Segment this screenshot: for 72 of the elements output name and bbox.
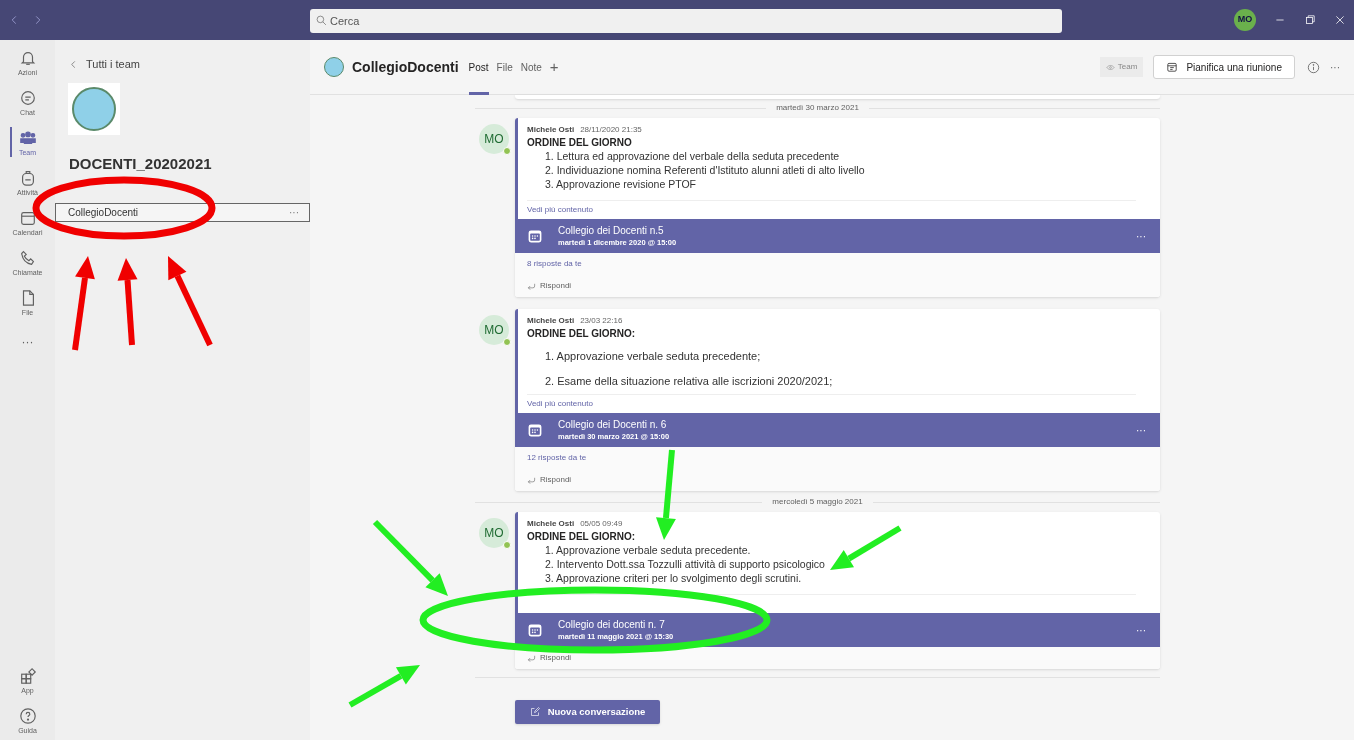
agenda-item: 2. Esame della situazione relativa alle iscrizioni 2020/2021; bbox=[545, 374, 834, 388]
eye-icon bbox=[1105, 62, 1115, 72]
search-icon bbox=[316, 15, 327, 26]
maximize-icon[interactable] bbox=[1304, 14, 1316, 26]
chat-icon bbox=[18, 88, 37, 107]
user-avatar[interactable]: MO bbox=[1234, 9, 1256, 31]
see-more-link[interactable]: Vedi più contenuto bbox=[527, 398, 593, 410]
message-time: 23/03 22:16 bbox=[580, 315, 623, 327]
reply-button[interactable]: Rispondi bbox=[527, 474, 572, 486]
replies-link[interactable]: 12 risposte da te bbox=[527, 452, 587, 464]
message-heading: ORDINE DEL GIORNO: bbox=[527, 327, 637, 340]
schedule-meeting-button[interactable]: Pianifica una riunione bbox=[1153, 55, 1295, 79]
meeting-title: Collegio dei Docenti n.5 bbox=[558, 224, 665, 237]
reply-arrow-icon bbox=[527, 475, 536, 485]
agenda-item: 2. Intervento Dott.ssa Tozzulli attività di supporto psicologico bbox=[545, 557, 826, 571]
back-link[interactable]: Tutti i team bbox=[69, 56, 140, 73]
team-badge: Team bbox=[1099, 57, 1144, 77]
channel-tab[interactable]: File bbox=[496, 39, 513, 95]
replies-link[interactable]: 8 risposte da te bbox=[527, 258, 582, 270]
see-more-link[interactable]: Vedi più contenuto bbox=[527, 204, 593, 216]
more-button[interactable]: ··· bbox=[1136, 422, 1146, 438]
help-icon bbox=[18, 706, 37, 725]
calendar-icon bbox=[527, 622, 543, 638]
message-time: 05/05 09:49 bbox=[580, 518, 623, 530]
apps-icon bbox=[18, 666, 37, 685]
reply-button[interactable]: Rispondi bbox=[527, 280, 572, 292]
meeting-title: Collegio dei docenti n. 7 bbox=[558, 618, 666, 631]
search-field[interactable]: Cerca bbox=[310, 9, 1062, 33]
new-conversation-button[interactable]: Nuova conversazione bbox=[515, 700, 660, 724]
reply-arrow-icon bbox=[527, 281, 536, 291]
annotation-arrow bbox=[348, 665, 420, 708]
channel-tab[interactable]: Note bbox=[520, 39, 542, 95]
author-name: Michele Osti bbox=[527, 518, 575, 530]
more-button[interactable]: ··· bbox=[289, 205, 299, 220]
more-button[interactable]: ··· bbox=[1136, 228, 1146, 244]
compose-icon bbox=[529, 707, 540, 717]
channel-avatar bbox=[324, 57, 344, 77]
message-time: 28/11/2020 21:35 bbox=[580, 124, 642, 136]
channel-item[interactable]: CollegioDocenti ··· bbox=[55, 203, 310, 222]
rail-item[interactable]: ··· bbox=[0, 322, 55, 362]
reply-arrow-icon bbox=[527, 653, 536, 663]
team-name: DOCENTI_20202021 bbox=[69, 153, 213, 174]
date-divider: martedì 30 marzo 2021 bbox=[775, 102, 860, 114]
message-heading: ORDINE DEL GIORNO: bbox=[527, 530, 637, 543]
author-name: Michele Osti bbox=[527, 124, 575, 136]
more-button[interactable]: ··· bbox=[1330, 59, 1340, 75]
phone-icon bbox=[18, 248, 37, 267]
calendar-icon bbox=[527, 422, 543, 438]
channel-name: CollegioDocenti bbox=[352, 57, 459, 77]
user-avatar: MO bbox=[479, 315, 509, 345]
reply-button[interactable]: Rispondi bbox=[527, 652, 572, 664]
close-icon[interactable] bbox=[1334, 14, 1346, 26]
meeting-title: Collegio dei Docenti n. 6 bbox=[558, 418, 668, 431]
more-button[interactable]: ··· bbox=[1136, 622, 1146, 638]
agenda-item: 1. Approvazione verbale seduta precedente. bbox=[545, 543, 752, 557]
info-icon[interactable] bbox=[1307, 60, 1320, 74]
calendar-icon bbox=[527, 228, 543, 244]
agenda-item: 3. Approvazione revisione PTOF bbox=[545, 177, 697, 191]
chevron-left-icon bbox=[69, 59, 78, 69]
user-avatar: MO bbox=[479, 124, 509, 154]
agenda-item: 1. Approvazione verbale seduta precedente; bbox=[545, 349, 762, 363]
agenda-item: 1. Lettura ed approvazione del verbale della seduta precedente bbox=[545, 149, 841, 163]
channel-tab[interactable]: Post bbox=[468, 39, 489, 95]
agenda-item: 3. Approvazione criteri per lo svolgimento degli scrutini. bbox=[545, 571, 803, 585]
author-name: Michele Osti bbox=[527, 315, 575, 327]
add-tab-button[interactable]: + bbox=[549, 55, 559, 79]
date-divider: mercoledì 5 maggio 2021 bbox=[771, 496, 864, 508]
agenda-item: 2. Individuazione nomina Referenti d'Istituto alunni atleti di alto livello bbox=[545, 163, 866, 177]
user-avatar: MO bbox=[479, 518, 509, 548]
annotation-arrow bbox=[830, 525, 902, 570]
calendar-icon bbox=[1166, 61, 1179, 73]
message-heading: ORDINE DEL GIORNO bbox=[527, 136, 633, 149]
